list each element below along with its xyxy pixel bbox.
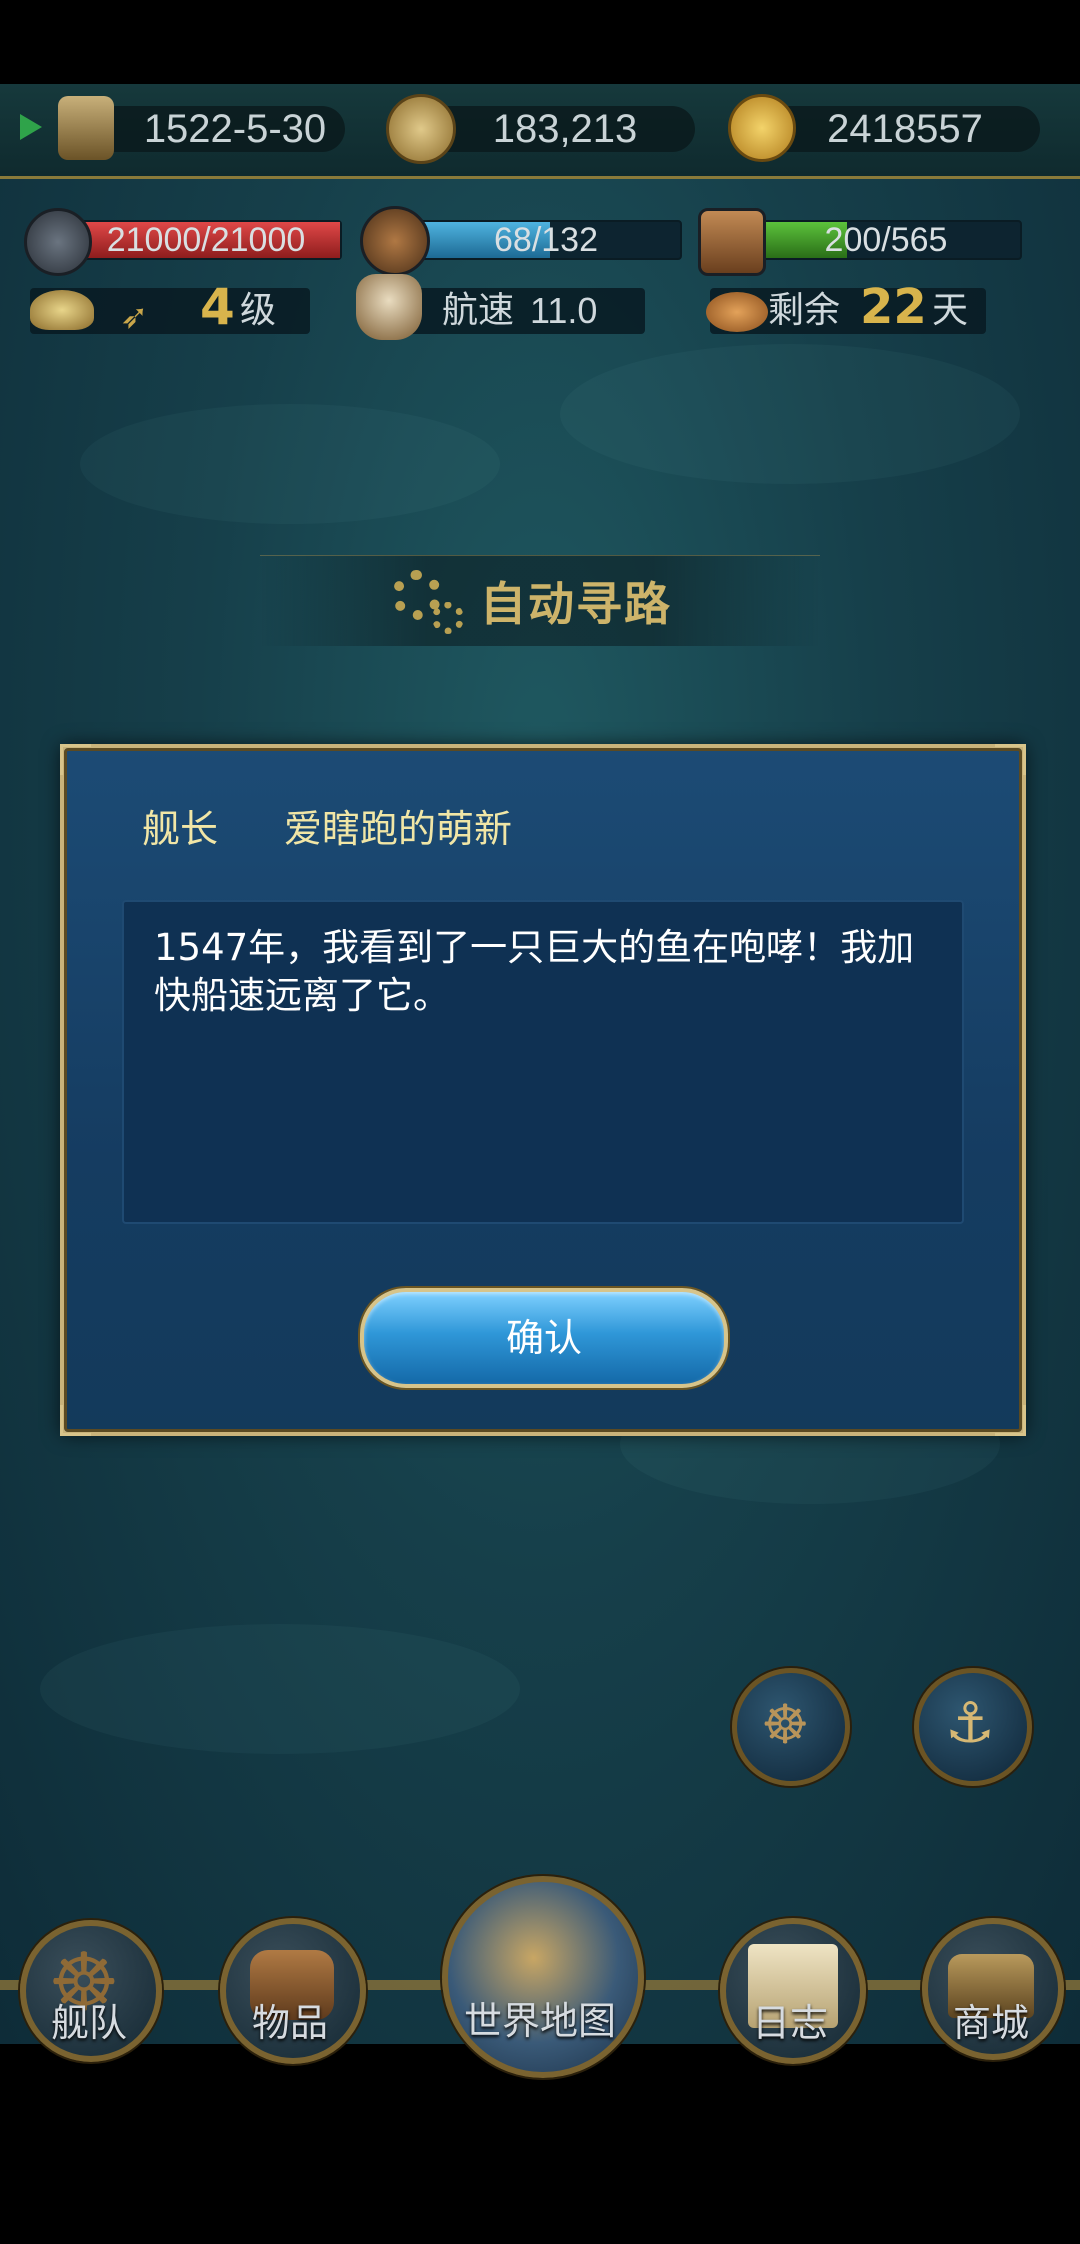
speed-value: 11.0: [530, 290, 598, 331]
supply-unit: 天: [932, 290, 969, 331]
supply-label: 剩余: [768, 290, 841, 331]
sailor-icon: [360, 206, 430, 276]
auto-path-label: 自动寻路: [480, 577, 672, 631]
helm-chain-icon: ☸: [761, 1693, 810, 1756]
message-text: 1547年，我看到了一只巨大的鱼在咆哮！我加快船速远离了它。: [154, 926, 915, 1017]
corner-ornament: [60, 744, 91, 775]
hourglass-icon: [58, 96, 114, 160]
wind-icon: [30, 290, 94, 330]
bread-icon: [706, 292, 768, 332]
sailors-bar: 68/132: [410, 220, 682, 260]
confirm-label: 确认: [505, 1316, 582, 1360]
speed-label: 航速: [442, 290, 515, 331]
helm-chain-button[interactable]: ☸: [732, 1668, 850, 1786]
hammer-icon: [24, 208, 92, 276]
role-label: 舰长: [142, 807, 219, 851]
nav-world-map-label: 世界地图: [463, 1999, 616, 2043]
nav-items-label: 物品: [251, 2001, 328, 2045]
cargo-text: 200/565: [824, 221, 948, 259]
compass-icon: [386, 94, 456, 164]
date-value: 1522-5-30: [143, 107, 327, 151]
resource-bar: 1522-5-30 183,213 2418557: [0, 84, 1080, 179]
nav-shop[interactable]: 商城: [916, 1918, 1066, 2060]
explore-value: 183,213: [492, 107, 638, 151]
nav-items[interactable]: 物品: [210, 1918, 370, 2064]
supply-days: 22: [860, 279, 927, 335]
corner-ornament: [995, 744, 1026, 775]
nav-log-label: 日志: [751, 2001, 828, 2045]
bottom-nav: ☸ 舰队 物品 世界地图 日志 商城: [0, 1876, 1080, 2078]
anchor-button[interactable]: ⚓: [914, 1668, 1032, 1786]
wind-level-value: 4: [200, 278, 235, 336]
nav-fleet-label: 舰队: [50, 2001, 127, 2045]
captain-name: 爱瞎跑的萌新: [284, 807, 513, 851]
wind-level-plate: ➶ 4 级: [30, 282, 310, 337]
durability-text: 21000/21000: [106, 221, 306, 259]
message-box: 1547年，我看到了一只巨大的鱼在咆哮！我加快船速远离了它。: [122, 900, 964, 1224]
supply-plate: 剩余 22 天: [706, 283, 986, 334]
play-icon[interactable]: [20, 114, 42, 140]
event-dialog: 舰长 爱瞎跑的萌新 1547年，我看到了一只巨大的鱼在咆哮！我加快船速远离了它。…: [60, 744, 1026, 1436]
date-pill: 1522-5-30: [75, 106, 345, 152]
wind-arrow-icon: ➶: [120, 297, 149, 337]
corner-ornament: [60, 1405, 91, 1436]
nav-log[interactable]: 日志: [710, 1918, 870, 2064]
sailors-text: 68/132: [494, 221, 598, 259]
durability-bar: 21000/21000: [70, 220, 342, 260]
globe-icon: [442, 1876, 644, 2078]
anchor-icon: ⚓: [945, 1691, 996, 1756]
confirm-button[interactable]: 确认: [360, 1288, 728, 1388]
nav-shop-label: 商城: [952, 2001, 1029, 2045]
small-gear-icon: [432, 602, 464, 634]
corner-ornament: [995, 1405, 1026, 1436]
wind-level-unit: 级: [240, 290, 277, 331]
nav-world-map[interactable]: 世界地图: [430, 1876, 650, 2078]
gold-value: 2418557: [827, 107, 983, 151]
speed-plate: 航速 11.0: [356, 274, 645, 340]
cargo-crate-icon: [698, 208, 766, 276]
cargo-bar: 200/565: [750, 220, 1022, 260]
ship-icon: [356, 274, 422, 340]
nav-fleet[interactable]: ☸ 舰队: [14, 1920, 164, 2062]
anchor-coin-icon: [728, 94, 796, 162]
